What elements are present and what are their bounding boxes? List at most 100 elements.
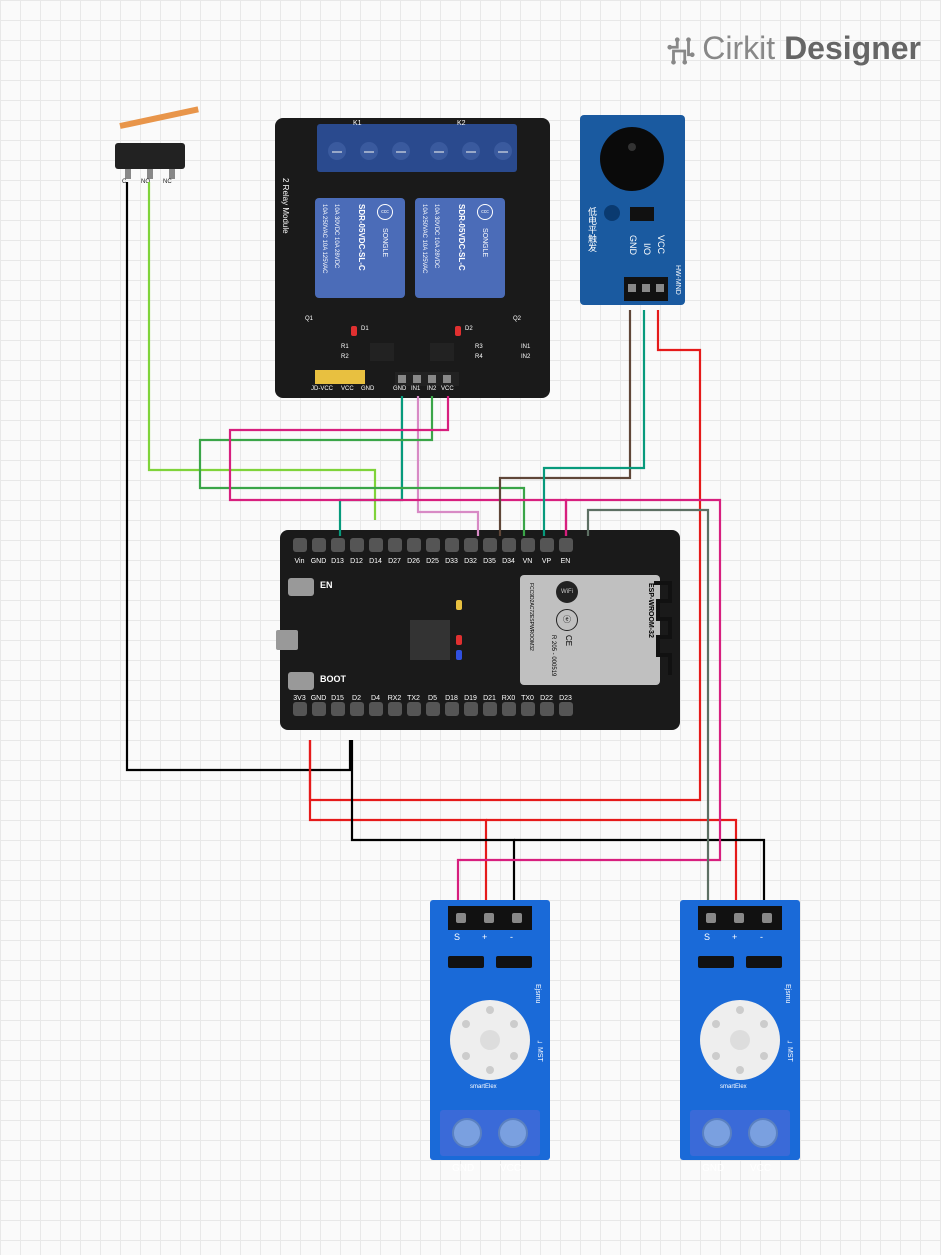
silk-r1: R1 bbox=[341, 344, 349, 350]
buzzer-hpin-vcc bbox=[656, 284, 664, 292]
espressif-icon: ⓔ bbox=[556, 609, 578, 631]
relay-terminal-3 bbox=[389, 139, 413, 163]
relay-k1-label: K1 bbox=[353, 120, 362, 127]
vs2-lbl-minus: - bbox=[760, 932, 763, 942]
relay1-brand: SONGLE bbox=[381, 228, 388, 257]
vs1-term-lbl-gnd: GND bbox=[452, 1163, 474, 1174]
component-voltage-sensor-1[interactable]: S + - Ejsmu ᄂMST smartElex GND VCC bbox=[430, 900, 550, 1160]
app-logo: Cirkit Designer bbox=[666, 30, 921, 67]
relay2-rating1: 10A 250VAC 10A 125VAC bbox=[421, 204, 427, 274]
relay1-rating1: 10A 250VAC 10A 125VAC bbox=[321, 204, 327, 274]
silk-q1: Q1 bbox=[305, 316, 313, 322]
component-relay-module[interactable]: 2 Relay Module K1 K2 10A 250VAC 10A 125V… bbox=[275, 118, 550, 398]
relay2-rating2: 10A 30VDC 10A 28VDC bbox=[433, 204, 439, 268]
vs2-term-vcc bbox=[748, 1118, 778, 1148]
vs2-resistor-2 bbox=[746, 956, 782, 968]
vs1-silk2: ᄂMST bbox=[534, 1040, 544, 1062]
esp32-top-labels: VinGNDD13D12D14D27D26D25D33D32D35D34VNVP… bbox=[290, 558, 670, 565]
vs1-header bbox=[448, 906, 532, 930]
relay-jdvcc-label: JD-VCC bbox=[311, 386, 333, 392]
relay-header bbox=[395, 372, 459, 386]
relay-pin-label-in2: IN2 bbox=[427, 386, 436, 392]
relay-jumper bbox=[315, 370, 365, 384]
buzzer-hpin-io bbox=[642, 284, 650, 292]
vs1-lbl-plus: + bbox=[482, 932, 487, 942]
component-esp32[interactable]: VinGNDD13D12D14D27D26D25D33D32D35D34VNVP… bbox=[280, 530, 680, 730]
relay-pin-gnd bbox=[398, 375, 406, 383]
esp32-boot-label: BOOT bbox=[320, 674, 346, 684]
limit-switch-pin-no bbox=[147, 169, 153, 179]
silk-in1: IN1 bbox=[521, 344, 530, 350]
vs2-term-lbl-gnd: GND bbox=[702, 1163, 724, 1174]
silk-r2: R2 bbox=[341, 354, 349, 360]
esp-fcc: FCC9D2AC72ESPWROOM32 bbox=[528, 583, 534, 651]
vs1-dial bbox=[450, 1000, 530, 1080]
vs1-lbl-s: S bbox=[454, 932, 460, 942]
vs2-silk1: Ejsmu bbox=[784, 984, 791, 1003]
relay-terminal-1 bbox=[325, 139, 349, 163]
silk-r4: R4 bbox=[475, 354, 483, 360]
vs2-pin-plus bbox=[734, 913, 744, 923]
relay2-brand: SONGLE bbox=[481, 228, 488, 257]
relay-terminal-4 bbox=[427, 139, 451, 163]
vs2-dial bbox=[700, 1000, 780, 1080]
relay-terminal-6 bbox=[491, 139, 515, 163]
logo-text-2: Designer bbox=[784, 30, 921, 66]
buzzer-pin-vcc: VCC bbox=[656, 235, 666, 254]
buzzer-pin-gnd: GND bbox=[628, 235, 638, 255]
esp-smd-led1 bbox=[456, 600, 462, 610]
buzzer-header bbox=[624, 277, 668, 301]
vs2-lbl-s: S bbox=[704, 932, 710, 942]
relay-opto-2 bbox=[430, 343, 454, 361]
buzzer-mount-hole bbox=[604, 205, 620, 221]
esp32-usb-port bbox=[276, 630, 298, 650]
wifi-icon: WiFi bbox=[556, 581, 578, 603]
silk-d2: D2 bbox=[465, 326, 473, 332]
relay-pin-vcc bbox=[443, 375, 451, 383]
relay1-rating2: 10A 30VDC 10A 28VDC bbox=[333, 204, 339, 268]
relay-pin-in2 bbox=[428, 375, 436, 383]
relay1-cert-icon: ccc bbox=[377, 204, 393, 220]
ls-label-c: C bbox=[122, 179, 126, 185]
vs1-lbl-minus: - bbox=[510, 932, 513, 942]
relay-pin-label-vcc: VCC bbox=[441, 386, 454, 392]
silk-d1: D1 bbox=[361, 326, 369, 332]
silk-r3: R3 bbox=[475, 344, 483, 350]
vs2-silk3: smartElex bbox=[720, 1084, 747, 1090]
component-buzzer[interactable]: 低电平触发 HW-MND GND I/O VCC bbox=[580, 115, 685, 305]
vs1-resistor-1 bbox=[448, 956, 484, 968]
relay-pin-in1 bbox=[413, 375, 421, 383]
vs1-screw-terminal bbox=[440, 1110, 540, 1156]
ls-label-no: NO bbox=[141, 179, 150, 185]
buzzer-transistor bbox=[630, 207, 654, 221]
esp32-en-button[interactable] bbox=[288, 578, 314, 596]
relay-1: 10A 250VAC 10A 125VAC 10A 30VDC 10A 28VD… bbox=[315, 198, 405, 298]
vs2-pin-s bbox=[706, 913, 716, 923]
vs2-screw-terminal bbox=[690, 1110, 790, 1156]
component-limit-switch[interactable]: C NO NC bbox=[115, 115, 205, 175]
vs1-pin-plus bbox=[484, 913, 494, 923]
buzzer-hpin-gnd bbox=[628, 284, 636, 292]
component-voltage-sensor-2[interactable]: S + - Ejsmu ᄂMST smartElex GND VCC bbox=[680, 900, 800, 1160]
vs1-pin-minus bbox=[512, 913, 522, 923]
esp32-bottom-pin-row bbox=[290, 702, 670, 722]
esp32-bottom-labels: 3V3GNDD15D2D4RX2TX2D5D18D19D21RX0TX0D22D… bbox=[290, 695, 670, 702]
limit-switch-body bbox=[115, 143, 185, 169]
vs1-term-vcc bbox=[498, 1118, 528, 1148]
vs1-term-gnd bbox=[452, 1118, 482, 1148]
relay-screw-terminal-bar bbox=[317, 124, 517, 172]
esp32-shield: ESP-WROOM-32 WiFi ⓔ R 205 - 000519 CE FC… bbox=[520, 575, 660, 685]
esp32-en-label: EN bbox=[320, 580, 333, 590]
relay-terminal-5 bbox=[459, 139, 483, 163]
relay-opto-1 bbox=[370, 343, 394, 361]
esp32-boot-button[interactable] bbox=[288, 672, 314, 690]
esp-cert-r: R 205 - 000519 bbox=[550, 635, 556, 676]
esp-antenna-icon bbox=[650, 575, 678, 685]
buzzer-note-cn: 低电平触发 bbox=[586, 207, 599, 252]
relay-terminal-2 bbox=[357, 139, 381, 163]
logo-icon bbox=[666, 36, 696, 66]
vs2-term-gnd bbox=[702, 1118, 732, 1148]
vs2-term-lbl-vcc: VCC bbox=[750, 1163, 771, 1174]
vs2-pin-minus bbox=[762, 913, 772, 923]
vs2-silk2: ᄂMST bbox=[784, 1040, 794, 1062]
